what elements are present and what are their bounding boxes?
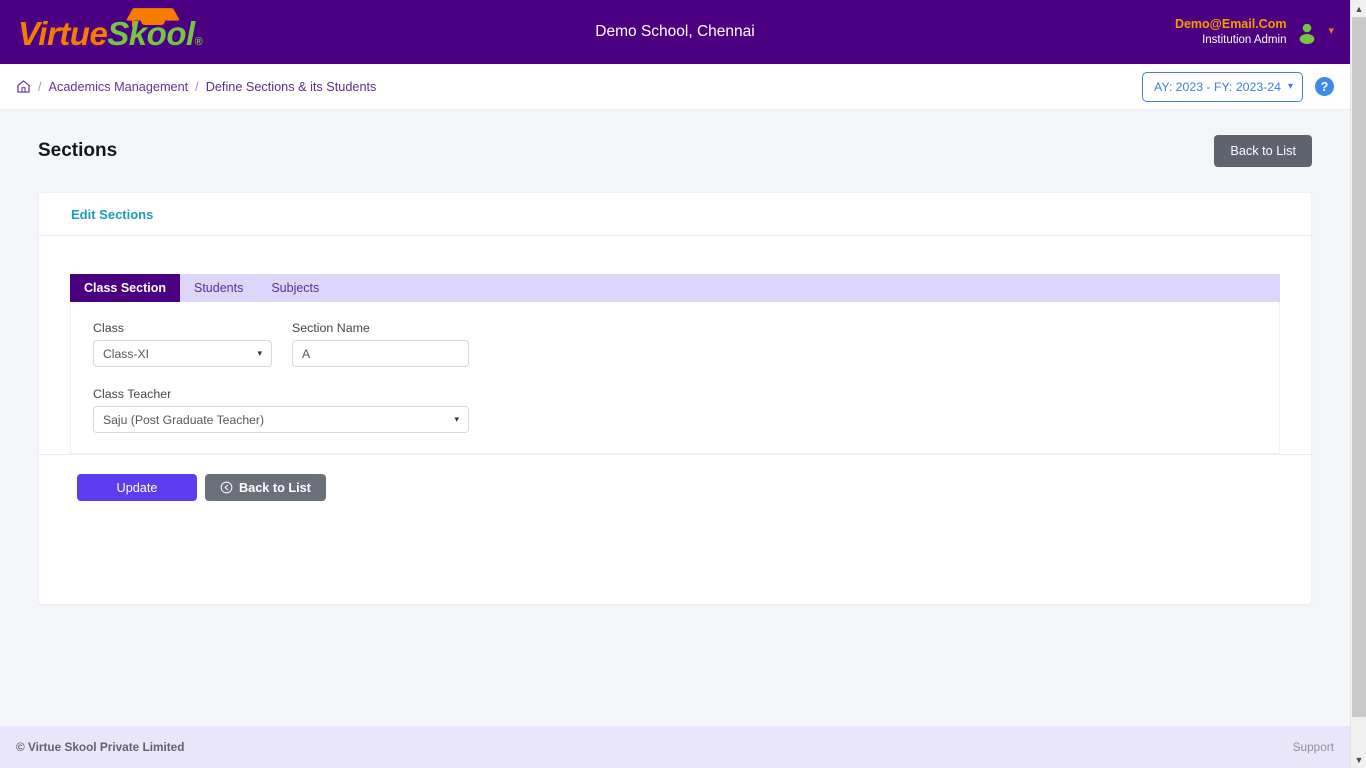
logo-registered-mark: ® xyxy=(194,36,203,48)
app-footer: © Virtue Skool Private Limited Support xyxy=(0,726,1350,768)
field-section-name: Section Name xyxy=(292,321,469,367)
tab-subjects[interactable]: Subjects xyxy=(257,274,333,302)
main-content: Sections Back to List Edit Sections Clas… xyxy=(0,110,1350,726)
breadcrumb-bar: / Academics Management / Define Sections… xyxy=(0,64,1350,110)
app-header: VirtueSkool® Demo School, Chennai Demo@E… xyxy=(0,0,1350,64)
logo-text-skool: Skool xyxy=(107,15,195,52)
section-name-input[interactable] xyxy=(292,340,469,367)
vertical-scrollbar[interactable]: ▲ ▼ xyxy=(1350,0,1366,768)
card-header: Edit Sections xyxy=(39,193,1311,236)
scrollbar-down-arrow-icon[interactable]: ▼ xyxy=(1351,751,1366,768)
tab-students[interactable]: Students xyxy=(180,274,257,302)
class-teacher-select-value: Saju (Post Graduate Teacher) xyxy=(103,412,265,427)
user-email: Demo@Email.Com xyxy=(1174,16,1287,31)
page-header: Sections Back to List xyxy=(38,110,1312,192)
breadcrumb-item-academics-management[interactable]: Academics Management xyxy=(49,80,189,94)
scrollbar-up-arrow-icon[interactable]: ▲ xyxy=(1351,0,1366,17)
copyright-text: © Virtue Skool Private Limited xyxy=(16,740,185,754)
page-root: VirtueSkool® Demo School, Chennai Demo@E… xyxy=(0,0,1350,768)
user-avatar-icon[interactable] xyxy=(1295,20,1319,44)
back-to-list-button[interactable]: Back to List xyxy=(205,474,326,501)
field-class-teacher: Class Teacher Saju (Post Graduate Teache… xyxy=(93,387,469,433)
circle-arrow-left-icon xyxy=(220,481,233,494)
breadcrumb-actions: AY: 2023 - FY: 2023-24 ▾ ? xyxy=(1142,71,1334,102)
edit-sections-card: Edit Sections Class Section Students Sub… xyxy=(38,192,1312,605)
chevron-down-icon: ▾ xyxy=(454,414,459,424)
card-title: Edit Sections xyxy=(71,206,154,222)
form-row-1: Class Class-XI ▾ Section Name xyxy=(93,321,1257,367)
field-label-class-teacher: Class Teacher xyxy=(93,387,172,401)
field-label-class: Class xyxy=(93,321,124,335)
breadcrumb: / Academics Management / Define Sections… xyxy=(16,79,376,94)
user-role: Institution Admin xyxy=(1202,33,1287,46)
tab-strip: Class Section Students Subjects xyxy=(70,274,1280,302)
home-icon[interactable] xyxy=(16,79,31,94)
class-select[interactable]: Class-XI ▾ xyxy=(93,340,272,367)
field-label-section-name: Section Name xyxy=(292,321,370,335)
chevron-down-icon[interactable]: ▾ xyxy=(1328,26,1334,37)
breadcrumb-separator-1: / xyxy=(38,79,42,94)
app-logo[interactable]: VirtueSkool® xyxy=(0,0,300,64)
card-footer-actions: Update Back to List xyxy=(39,454,1311,501)
breadcrumb-item-define-sections[interactable]: Define Sections & its Students xyxy=(206,80,377,94)
card-body: Class Section Students Subjects Class Cl… xyxy=(39,274,1311,501)
help-circle-icon[interactable]: ? xyxy=(1315,77,1334,96)
field-class: Class Class-XI ▾ xyxy=(93,321,272,367)
chevron-down-icon: ▾ xyxy=(257,348,262,358)
user-menu[interactable]: Demo@Email.Com Institution Admin ▾ xyxy=(1175,16,1350,48)
logo-text: VirtueSkool® xyxy=(18,15,203,64)
browser-viewport: VirtueSkool® Demo School, Chennai Demo@E… xyxy=(0,0,1366,768)
class-teacher-select[interactable]: Saju (Post Graduate Teacher) ▾ xyxy=(93,406,469,433)
user-info: Demo@Email.Com Institution Admin xyxy=(1175,16,1287,48)
page-title: Sections xyxy=(38,140,118,161)
scrollbar-thumb[interactable] xyxy=(1352,17,1366,717)
support-link[interactable]: Support xyxy=(1293,740,1334,754)
logo-text-virtue: Virtue xyxy=(18,15,108,52)
tab-class-section[interactable]: Class Section xyxy=(70,274,180,302)
back-to-list-button-label: Back to List xyxy=(239,480,311,495)
class-section-form: Class Class-XI ▾ Section Name A Class Te… xyxy=(70,302,1280,454)
academic-year-label: AY: 2023 - FY: 2023-24 xyxy=(1154,79,1281,94)
back-to-list-top-button[interactable]: Back to List xyxy=(1214,135,1312,167)
breadcrumb-separator-2: / xyxy=(195,79,199,94)
academic-year-selector[interactable]: AY: 2023 - FY: 2023-24 ▾ xyxy=(1142,71,1303,102)
form-row-2: Class Teacher Saju (Post Graduate Teache… xyxy=(93,387,1257,433)
chevron-down-icon: ▾ xyxy=(1287,81,1293,92)
class-select-value: Class-XI xyxy=(103,346,150,361)
update-button[interactable]: Update xyxy=(77,474,197,501)
